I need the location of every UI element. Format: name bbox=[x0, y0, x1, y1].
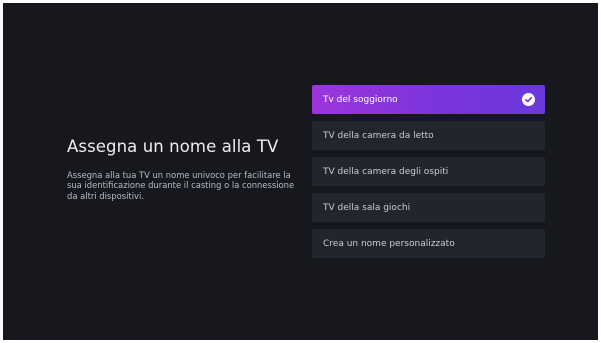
tv-name-options: Tv del soggiorno TV della camera da lett… bbox=[312, 85, 545, 265]
option-tv-della-camera-da-letto[interactable]: TV della camera da letto bbox=[312, 121, 545, 150]
option-label: TV della camera da letto bbox=[323, 130, 434, 141]
option-tv-del-soggiorno[interactable]: Tv del soggiorno bbox=[312, 85, 545, 114]
page-description: Assegna alla tua TV un nome univoco per … bbox=[67, 170, 295, 201]
option-tv-della-sala-giochi[interactable]: TV della sala giochi bbox=[312, 193, 545, 222]
option-label: TV della camera degli ospiti bbox=[323, 166, 449, 177]
option-custom-name[interactable]: Crea un nome personalizzato bbox=[312, 229, 545, 258]
info-panel: Assegna un nome alla TV Assegna alla tua… bbox=[67, 137, 307, 201]
option-label: TV della sala giochi bbox=[323, 202, 411, 213]
page-title: Assegna un nome alla TV bbox=[67, 137, 279, 156]
option-tv-della-camera-degli-ospiti[interactable]: TV della camera degli ospiti bbox=[312, 157, 545, 186]
option-label: Tv del soggiorno bbox=[323, 94, 398, 105]
option-label: Crea un nome personalizzato bbox=[323, 238, 455, 249]
tv-screen: Assegna un nome alla TV Assegna alla tua… bbox=[3, 3, 598, 340]
checkmark-circle-icon bbox=[522, 93, 535, 106]
